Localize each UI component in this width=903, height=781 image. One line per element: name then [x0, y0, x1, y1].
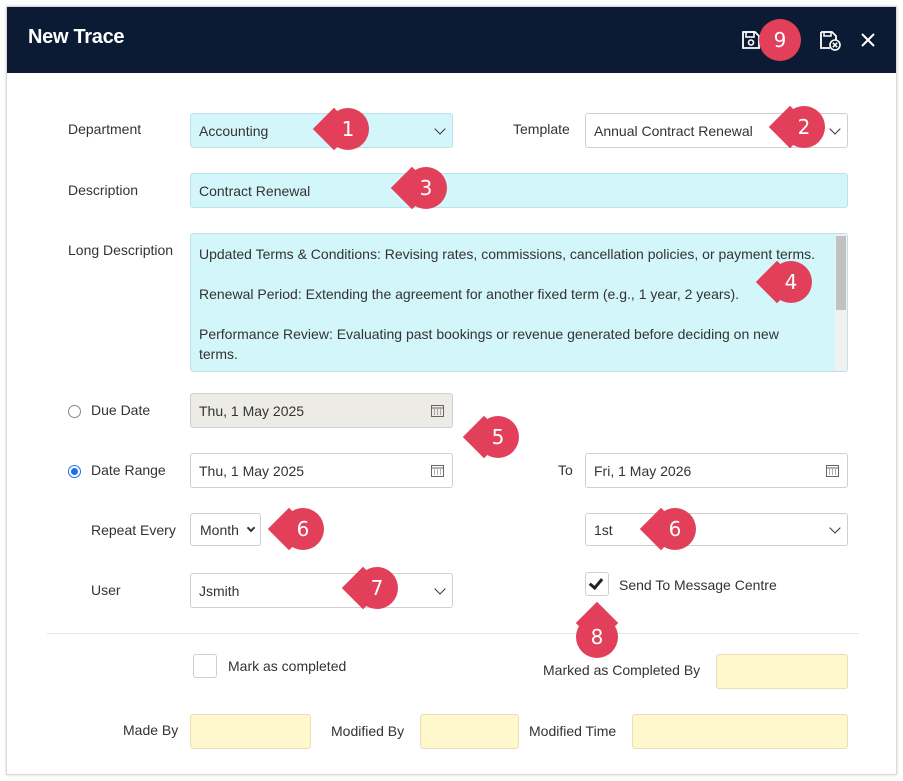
date-range-to-value: Fri, 1 May 2026 [594, 462, 692, 479]
date-range-to-input[interactable]: Fri, 1 May 2026 [585, 453, 848, 488]
chevron-down-icon [829, 122, 841, 135]
long-description-label: Long Description [68, 242, 174, 258]
calendar-icon[interactable] [431, 464, 444, 477]
callout-number: 2 [797, 115, 811, 139]
chevron-down-icon [434, 582, 446, 595]
textarea-scrollbar[interactable] [835, 234, 847, 371]
calendar-icon[interactable] [431, 404, 444, 417]
scrollbar-thumb[interactable] [836, 236, 846, 310]
callout-marker-9: 9 [759, 19, 801, 61]
template-label: Template [513, 121, 570, 137]
long-description-paragraph: Renewal Period: Extending the agreement … [199, 286, 740, 302]
callout-marker-5: 5 [477, 416, 519, 458]
long-description-textarea[interactable]: Updated Terms & Conditions: Revising rat… [190, 233, 848, 372]
date-range-from-value: Thu, 1 May 2025 [199, 462, 305, 479]
send-to-message-centre-label: Send To Message Centre [619, 577, 777, 593]
user-label: User [91, 582, 121, 598]
callout-number: 8 [590, 625, 604, 649]
user-value: Jsmith [199, 582, 240, 599]
mark-completed-checkbox[interactable] [193, 654, 217, 678]
callout-number: 9 [773, 28, 787, 52]
department-label: Department [68, 121, 142, 137]
callout-number: 7 [370, 576, 384, 600]
modified-time-label: Modified Time [529, 723, 617, 739]
made-by-label: Made By [123, 722, 179, 738]
modified-by-field [420, 714, 519, 749]
dialog-title: New Trace [28, 26, 125, 48]
repeat-every-label: Repeat Every [91, 522, 176, 538]
callout-number: 1 [341, 117, 355, 141]
modified-time-field [632, 714, 848, 749]
callout-marker-6: 6 [654, 508, 696, 550]
description-input[interactable]: Contract Renewal [190, 173, 848, 208]
callout-marker-1: 1 [327, 108, 369, 150]
user-select[interactable]: Jsmith [190, 573, 453, 608]
close-icon[interactable] [857, 29, 879, 51]
due-date-radio[interactable] [68, 405, 81, 418]
callout-number: 6 [296, 517, 310, 541]
chevron-down-icon [434, 122, 446, 135]
due-date-label: Due Date [91, 402, 151, 418]
long-description-paragraph: Performance Review: Evaluating past book… [199, 326, 779, 362]
callout-number: 3 [419, 176, 433, 200]
date-range-to-label: To [558, 462, 573, 478]
callout-marker-2: 2 [783, 106, 825, 148]
callout-number: 6 [668, 517, 682, 541]
long-description-paragraph: Updated Terms & Conditions: Revising rat… [199, 246, 815, 262]
description-value: Contract Renewal [199, 182, 311, 199]
marked-completed-by-label: Marked as Completed By [543, 662, 701, 678]
save-close-icon[interactable] [819, 29, 841, 51]
callout-marker-4: 4 [770, 261, 812, 303]
callout-marker-8: 8 [576, 616, 618, 658]
date-range-from-input[interactable]: Thu, 1 May 2025 [190, 453, 453, 488]
callout-marker-6: 6 [282, 508, 324, 550]
description-label: Description [68, 182, 139, 198]
date-range-label: Date Range [91, 462, 166, 478]
date-range-radio[interactable] [68, 465, 81, 478]
repeat-every-value: Month [200, 521, 239, 538]
chevron-down-icon [246, 523, 256, 532]
callout-marker-3: 3 [405, 167, 447, 209]
chevron-down-icon [829, 521, 841, 534]
callout-marker-7: 7 [356, 567, 398, 609]
marked-completed-by-field [716, 654, 848, 689]
repeat-day-select[interactable]: 1st [585, 513, 848, 546]
due-date-value: Thu, 1 May 2025 [199, 402, 305, 419]
new-trace-dialog: New Trace Department Accounting Template… [6, 6, 897, 775]
due-date-input[interactable]: Thu, 1 May 2025 [190, 393, 453, 428]
checkmark-icon [588, 574, 604, 591]
calendar-icon[interactable] [826, 464, 839, 477]
template-value: Annual Contract Renewal [594, 122, 753, 139]
mark-completed-label: Mark as completed [228, 658, 347, 674]
modified-by-label: Modified By [331, 723, 405, 739]
callout-number: 4 [784, 270, 798, 294]
callout-number: 5 [491, 425, 505, 449]
made-by-field [190, 714, 311, 749]
send-to-message-centre-checkbox[interactable] [585, 572, 609, 596]
repeat-every-select[interactable]: Month [190, 513, 261, 546]
repeat-day-value: 1st [594, 521, 613, 538]
divider [47, 633, 859, 634]
department-value: Accounting [199, 122, 269, 139]
